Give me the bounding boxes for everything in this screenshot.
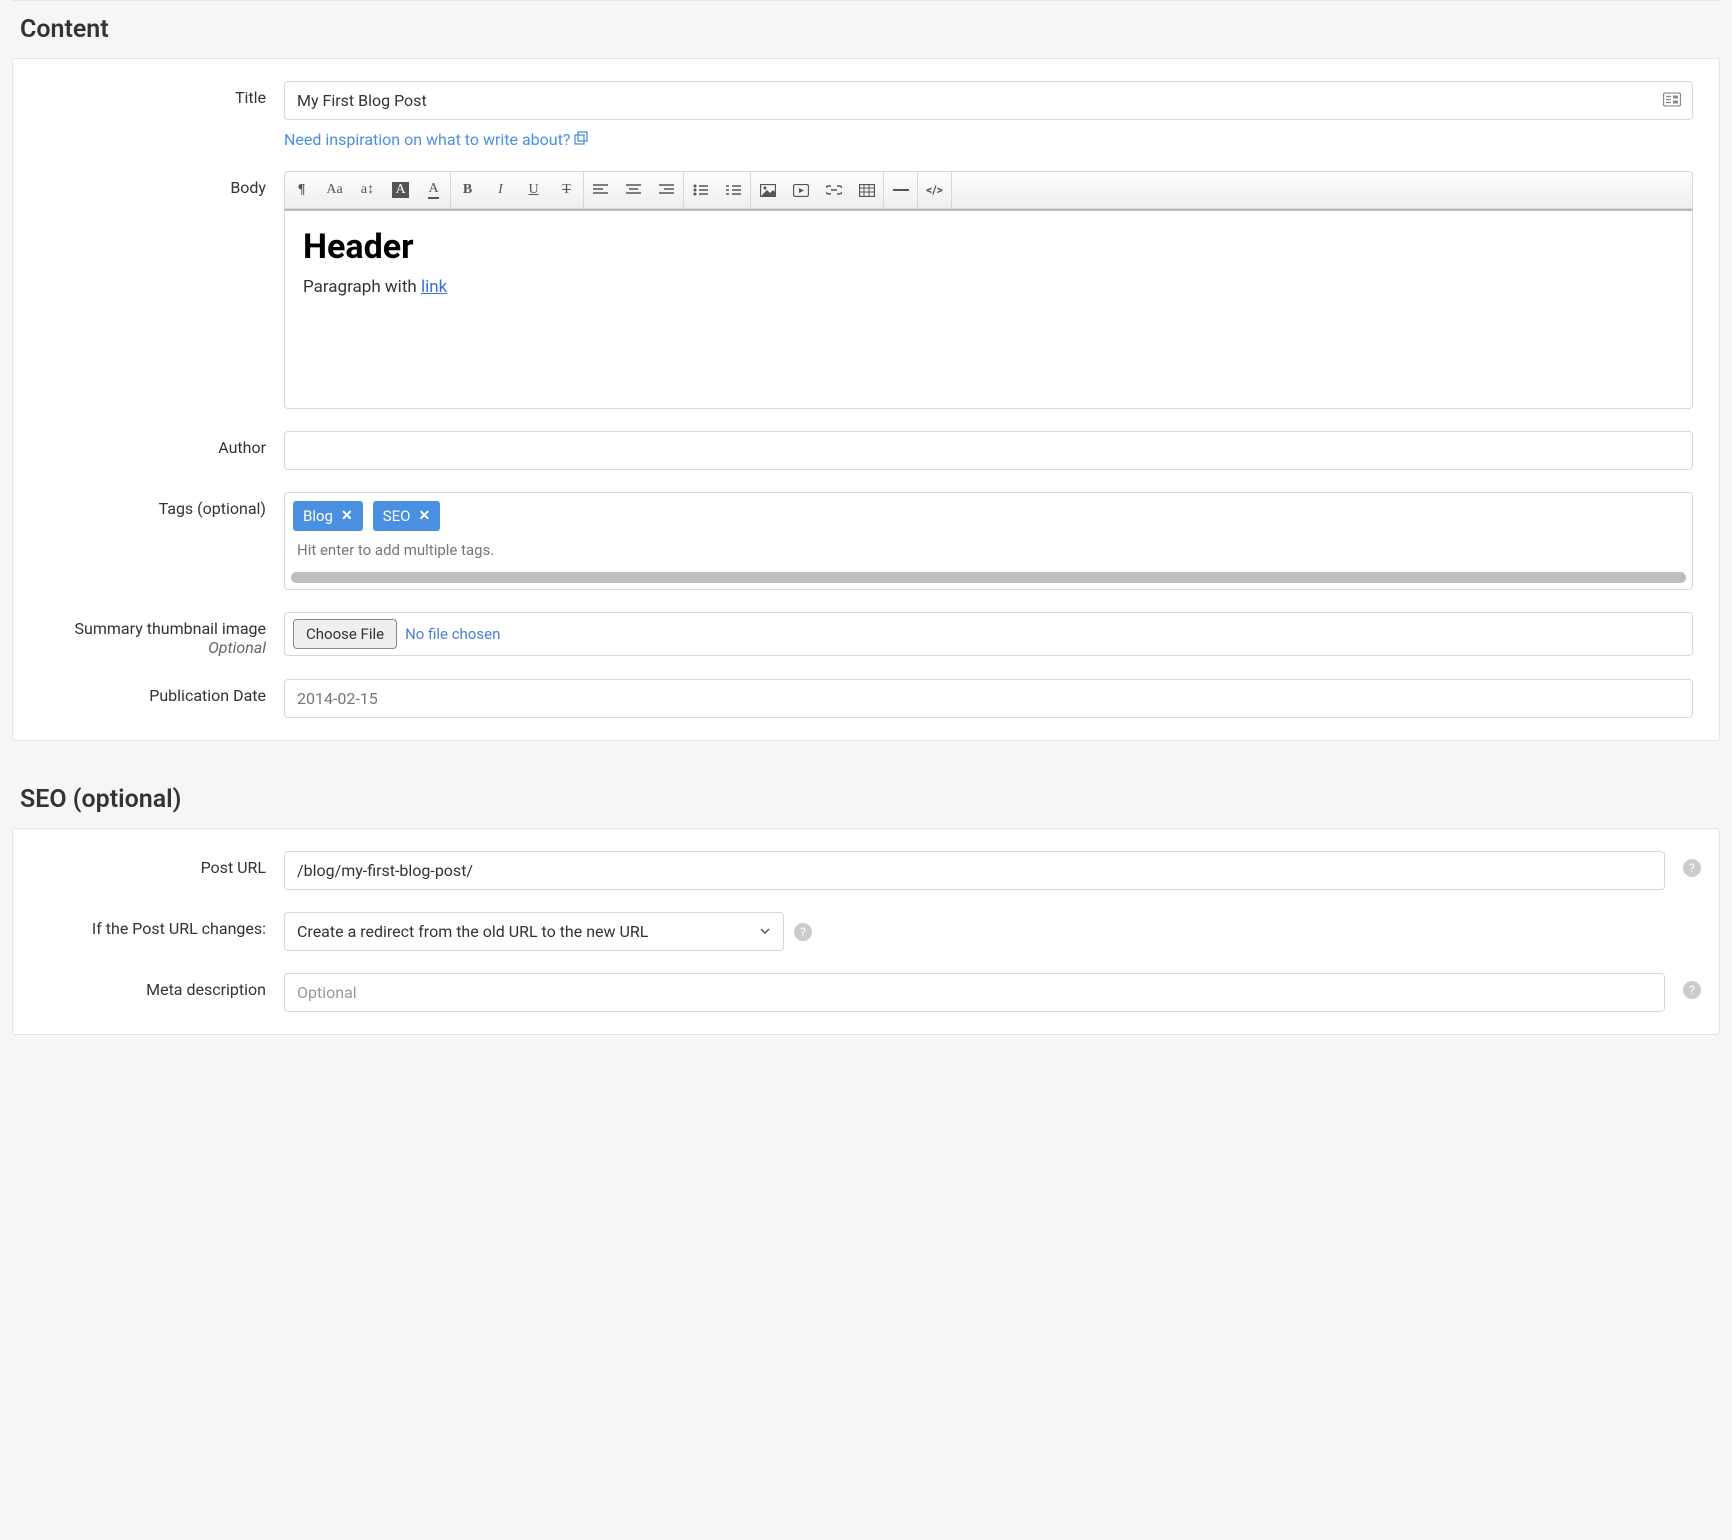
horizontal-rule-icon[interactable] xyxy=(884,172,917,208)
meta-desc-label: Meta description xyxy=(39,973,284,999)
line-height-icon[interactable]: a↕ xyxy=(351,172,384,208)
form-icon[interactable] xyxy=(1663,91,1681,110)
help-icon[interactable]: ? xyxy=(794,923,812,941)
italic-icon[interactable]: I xyxy=(484,172,517,208)
title-label: Title xyxy=(39,81,284,107)
seo-section-header: SEO (optional) xyxy=(12,771,1720,828)
file-status-text: No file chosen xyxy=(405,625,500,643)
meta-desc-input[interactable] xyxy=(284,973,1665,1012)
author-input[interactable] xyxy=(284,431,1693,470)
choose-file-button[interactable]: Choose File xyxy=(293,619,397,649)
inspiration-link[interactable]: Need inspiration on what to write about? xyxy=(284,130,588,149)
url-change-label: If the Post URL changes: xyxy=(39,912,284,938)
link-icon[interactable] xyxy=(817,172,850,208)
ordered-list-icon[interactable] xyxy=(717,172,750,208)
inspiration-link-text: Need inspiration on what to write about? xyxy=(284,130,570,149)
align-left-icon[interactable] xyxy=(584,172,617,208)
content-section-header: Content xyxy=(12,0,1720,58)
seo-panel: Post URL ? If the Post URL changes: Crea… xyxy=(12,828,1720,1035)
tags-label: Tags (optional) xyxy=(39,492,284,518)
font-case-icon[interactable]: Aa xyxy=(318,172,351,208)
chevron-down-icon xyxy=(759,922,771,941)
post-url-label: Post URL xyxy=(39,851,284,877)
url-change-select[interactable]: Create a redirect from the old URL to th… xyxy=(284,912,784,951)
external-link-icon xyxy=(574,130,588,149)
tag-text: Blog xyxy=(303,507,333,525)
tag-remove-icon[interactable]: ✕ xyxy=(418,508,430,524)
tags-input[interactable]: Blog ✕ SEO ✕ Hit enter to add multiple tag… xyxy=(284,492,1693,590)
tag-remove-icon[interactable]: ✕ xyxy=(341,508,353,524)
editor-toolbar: ¶ Aa a↕ A A B I U T xyxy=(284,171,1693,209)
align-right-icon[interactable] xyxy=(650,172,683,208)
pubdate-input[interactable] xyxy=(284,679,1693,718)
paragraph-icon[interactable]: ¶ xyxy=(285,172,318,208)
underline-icon[interactable]: U xyxy=(517,172,550,208)
highlight-icon[interactable]: A xyxy=(384,172,417,208)
pubdate-label: Publication Date xyxy=(39,679,284,705)
body-editor[interactable]: Header Paragraph with link xyxy=(284,209,1693,409)
editor-paragraph: Paragraph with link xyxy=(303,277,1674,297)
tags-help-text: Hit enter to add multiple tags. xyxy=(293,541,1684,559)
code-icon[interactable]: </> xyxy=(918,172,951,208)
image-icon[interactable] xyxy=(751,172,784,208)
thumbnail-sublabel: Optional xyxy=(39,638,266,657)
thumbnail-label: Summary thumbnail image Optional xyxy=(39,612,284,657)
table-icon[interactable] xyxy=(850,172,883,208)
help-icon[interactable]: ? xyxy=(1683,859,1701,877)
editor-inline-link[interactable]: link xyxy=(421,277,447,297)
post-url-input[interactable] xyxy=(284,851,1665,890)
body-label: Body xyxy=(39,171,284,197)
align-center-icon[interactable] xyxy=(617,172,650,208)
bold-icon[interactable]: B xyxy=(451,172,484,208)
help-icon[interactable]: ? xyxy=(1683,981,1701,999)
text-color-icon[interactable]: A xyxy=(417,172,450,208)
unordered-list-icon[interactable] xyxy=(684,172,717,208)
content-panel: Title Need inspiration on what to write … xyxy=(12,58,1720,741)
tag-chip: SEO ✕ xyxy=(373,501,441,531)
video-icon[interactable] xyxy=(784,172,817,208)
url-change-selected: Create a redirect from the old URL to th… xyxy=(297,922,648,941)
tag-text: SEO xyxy=(383,507,411,525)
scrollbar[interactable] xyxy=(291,572,1686,583)
tag-chip: Blog ✕ xyxy=(293,501,363,531)
author-label: Author xyxy=(39,431,284,457)
editor-heading: Header xyxy=(303,227,1674,267)
title-input[interactable] xyxy=(284,81,1693,120)
strikethrough-icon[interactable]: T xyxy=(550,172,583,208)
